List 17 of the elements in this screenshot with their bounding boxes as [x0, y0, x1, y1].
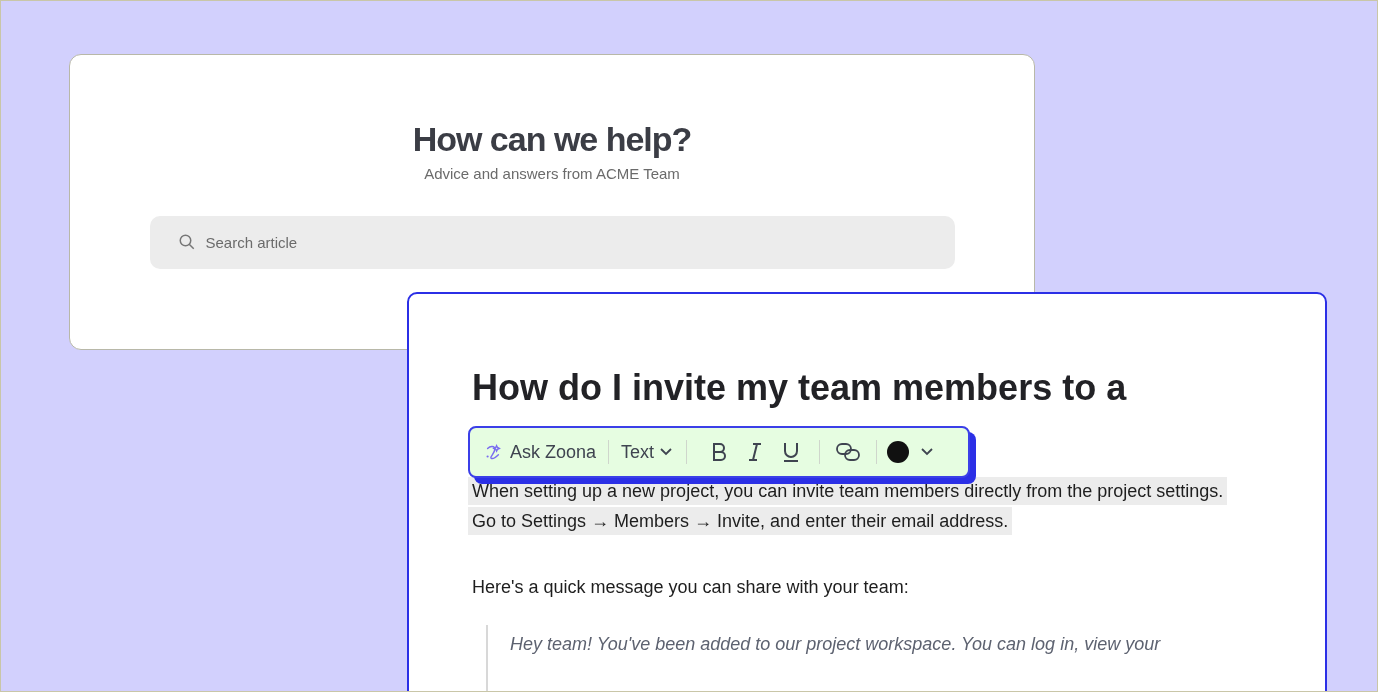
ask-button[interactable]: Ask Zoona — [484, 438, 597, 466]
article-paragraph: Here's a quick message you can share with your team: — [472, 576, 910, 599]
quote-text: Hey team! You've been added to our project workspace. You can log in, view your — [510, 633, 1162, 656]
italic-icon — [748, 443, 763, 461]
search-field[interactable]: Search article — [149, 215, 955, 269]
link-icon — [836, 442, 861, 462]
help-subtitle: Advice and answers from ACME Team — [424, 164, 680, 184]
help-title: How can we help? — [412, 119, 692, 159]
chevron-down-icon — [921, 448, 934, 456]
color-dropdown[interactable] — [887, 441, 934, 463]
search-icon — [177, 232, 196, 251]
bold-icon — [712, 443, 727, 461]
chevron-down-icon — [660, 448, 673, 456]
underline-icon — [783, 442, 800, 462]
text-style-dropdown[interactable]: Text — [621, 438, 673, 466]
article-title: How do I invite my team members to a — [472, 366, 1127, 410]
sparkle-script-icon — [484, 443, 502, 461]
